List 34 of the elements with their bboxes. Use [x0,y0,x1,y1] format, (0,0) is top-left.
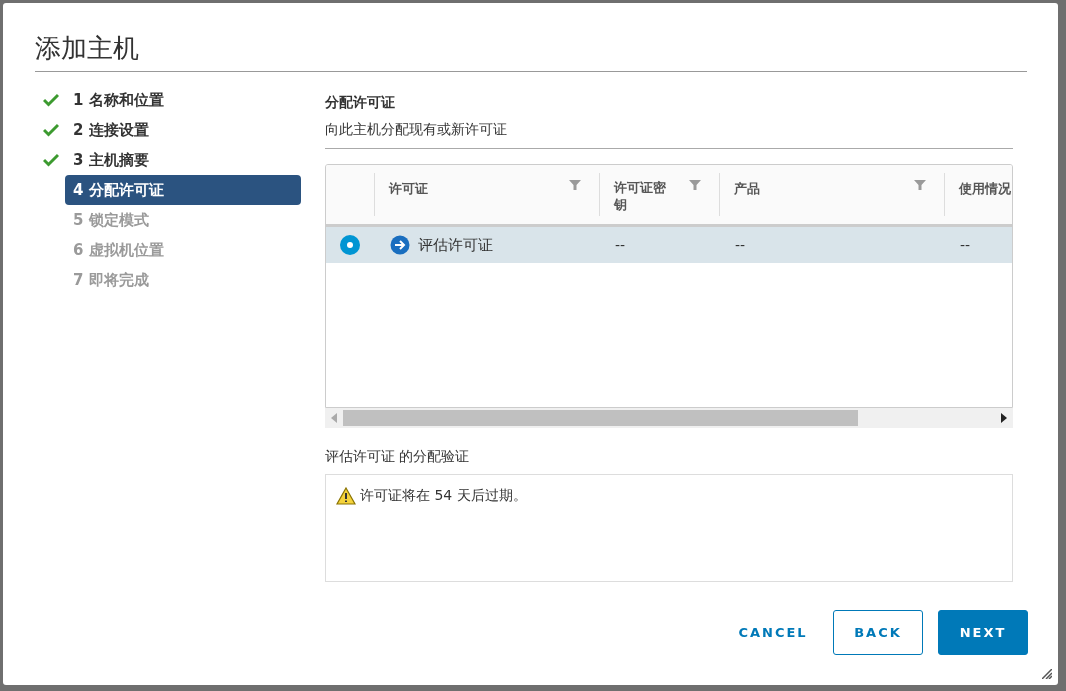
column-header[interactable]: 许可证 [374,173,599,216]
primary-action-button[interactable]: NEXT [938,610,1028,655]
wizard-step[interactable]: 2 连接设置 [65,115,301,145]
horizontal-scrollbar[interactable] [325,408,1013,428]
wizard-step[interactable]: 4 分配许可证 [65,175,301,205]
text-action-button[interactable]: CANCEL [728,610,818,655]
checkmark-icon [43,93,59,107]
column-header[interactable]: 产品 [719,173,944,216]
warning-message: 许可证将在 54 天后过期。 [360,486,527,505]
resize-grip-icon[interactable] [1042,669,1052,679]
table-cell-text: -- [960,235,971,255]
filter-icon[interactable] [689,179,701,191]
wizard-step[interactable]: 1 名称和位置 [65,85,301,115]
checkmark-icon [43,123,59,137]
validation-label: 评估许可证 的分配验证 [325,447,471,466]
wizard-step[interactable]: 3 主机摘要 [65,145,301,175]
table-row[interactable]: 评估许可证 -- -- -- [326,227,1012,263]
section-subtitle: 向此主机分配现有或新许可证 [325,119,1013,149]
table-cell-text: -- [735,235,746,255]
dialog-title: 添加主机 [35,31,1027,72]
arrow-right-icon [390,235,410,255]
column-header[interactable]: 许可证密钥 [599,173,719,216]
scroll-left-icon[interactable] [331,413,337,423]
column-header[interactable]: 使用情况 [944,173,1012,216]
checkmark-icon [43,153,59,167]
filter-icon[interactable] [569,179,581,191]
radio-button[interactable] [340,235,360,255]
section-title: 分配许可证 [325,93,396,112]
secondary-action-button[interactable]: BACK [833,610,923,655]
warning-icon [336,486,356,505]
filter-icon[interactable] [914,179,926,191]
table-cell-text: -- [615,235,626,255]
table-cell-text: 评估许可证 [418,234,493,256]
scroll-right-icon[interactable] [1001,413,1007,423]
